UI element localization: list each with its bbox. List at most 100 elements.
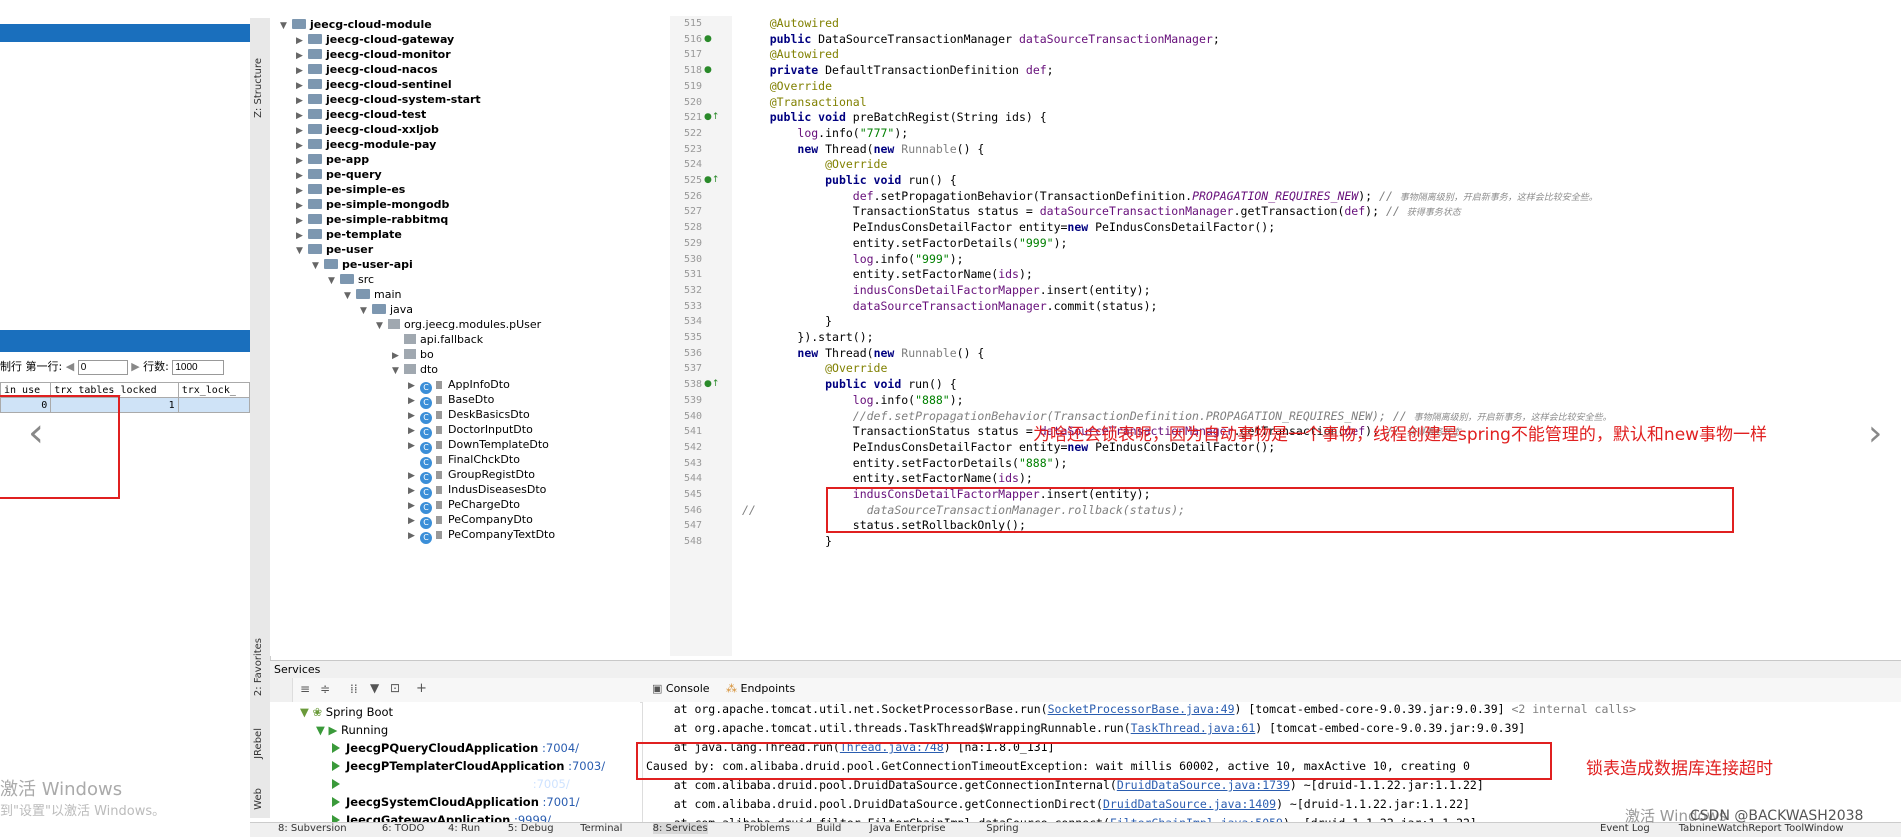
console-line: at com.alibaba.druid.pool.DruidDataSourc… (646, 795, 1470, 814)
tool-window-button[interactable]: Problems (744, 823, 790, 834)
service-node[interactable]: JeecgPUserCloudApplication :7005/ (332, 775, 570, 793)
service-node[interactable]: ▼ ▶ Running (316, 721, 388, 739)
add-service-icon[interactable]: + (416, 681, 427, 696)
line-number: 533 (683, 300, 702, 312)
code-token: dataSourceTransactionManager (1039, 204, 1234, 219)
group-icon[interactable]: ⁞⁞ (350, 682, 358, 696)
service-node[interactable]: ▼ ❀ Spring Boot (300, 703, 393, 721)
chevron-right-icon[interactable]: ▶ (408, 527, 420, 545)
layout-icon[interactable]: ⊡ (390, 681, 400, 695)
stacktrace-link[interactable]: SocketProcessorBase.java:49 (1048, 702, 1235, 716)
expand-all-icon[interactable]: ≡ (300, 682, 310, 696)
tree-node-label: jeecg-cloud-xxljob (326, 123, 439, 136)
line-number: 534 (683, 316, 702, 328)
table-header[interactable]: trx_lock_ (177, 382, 250, 398)
tree-node-label: pe-user (326, 243, 374, 256)
code-token: () { (956, 141, 985, 156)
tool-window-button[interactable]: 5: Debug (508, 823, 554, 834)
stacktrace-link[interactable]: DruidDataSource.java:1739 (1117, 778, 1290, 792)
code-token: PeIndusConsDetailFactor entity= (852, 220, 1068, 235)
tool-window-button[interactable]: Build (816, 823, 841, 834)
tool-window-button[interactable]: Terminal (580, 823, 622, 834)
windows-activation-watermark: 激活 Windows (0, 779, 123, 800)
service-port-link[interactable]: :7003/ (564, 759, 605, 773)
tool-window-button[interactable]: 4: Run (448, 823, 480, 834)
tool-window-button[interactable]: 8: Services (652, 823, 708, 834)
chevron-right-icon[interactable]: › (1868, 413, 1882, 454)
override-marker-icon[interactable]: ●↑ (704, 379, 719, 389)
folder-icon (308, 109, 322, 119)
tree-node-label: PeChargeDto (448, 498, 520, 511)
code-token: .insert(entity); (1039, 282, 1151, 297)
code-token: entity.setFactorDetails( (852, 235, 1019, 250)
prev-page-icon[interactable]: ◀ (66, 360, 74, 373)
row-count-input[interactable] (172, 360, 225, 375)
folder-icon (308, 154, 322, 164)
lock-icon (436, 501, 442, 509)
table-cell[interactable] (177, 397, 250, 413)
next-page-icon[interactable]: ▶ (131, 360, 139, 373)
chevron-down-icon[interactable]: ▼ (296, 242, 308, 260)
chevron-down-icon[interactable]: ▼ (360, 302, 372, 320)
folder-icon (324, 259, 338, 269)
code-token: log (852, 251, 874, 266)
folder-icon (308, 49, 322, 59)
stacktrace-link[interactable]: DruidDataSource.java:1409 (1103, 797, 1276, 811)
tree-node-label: bo (420, 348, 434, 361)
chevron-down-icon[interactable]: ▼ (376, 317, 388, 335)
package-icon (404, 334, 416, 344)
collapse-all-icon[interactable]: ≑ (320, 682, 330, 696)
chevron-down-icon[interactable]: ▼ (392, 362, 404, 380)
code-token: new (873, 345, 902, 360)
tool-window-button[interactable]: 6: TODO (382, 823, 424, 834)
service-node[interactable]: JeecgPTemplaterCloudApplication :7003/ (332, 757, 605, 775)
line-number: 531 (683, 269, 702, 281)
console-tab[interactable]: ▣ Console (652, 682, 710, 695)
service-port-link[interactable]: :7001/ (539, 795, 580, 809)
folder-icon (356, 289, 370, 299)
service-port-link[interactable]: :7005/ (529, 777, 570, 791)
tool-window-button[interactable]: 8: Subversion (278, 823, 347, 834)
service-node[interactable]: JeecgSystemCloudApplication :7001/ (332, 793, 580, 811)
tree-node-label: pe-user-api (342, 258, 413, 271)
code-token: @Transactional (769, 94, 867, 109)
web-tab[interactable]: Web (253, 788, 264, 810)
override-marker-icon[interactable]: ● (704, 65, 712, 75)
folder-icon (308, 79, 322, 89)
filter-icon[interactable]: ▼ (370, 681, 379, 695)
code-line[interactable]: } (742, 532, 832, 551)
line-number: 547 (683, 520, 702, 532)
line-number: 543 (683, 457, 702, 469)
service-port-link[interactable]: :7004/ (538, 741, 579, 755)
structure-tab[interactable]: Z: Structure (253, 58, 264, 118)
override-marker-icon[interactable]: ●↑ (704, 175, 719, 185)
chevron-down-icon[interactable]: ▼ (344, 287, 356, 305)
chevron-down-icon[interactable]: ▼ (312, 257, 324, 275)
stacktrace-link[interactable]: TaskThread.java:61 (1131, 721, 1256, 735)
service-node[interactable]: JeecgPQueryCloudApplication :7004/ (332, 739, 579, 757)
override-marker-icon[interactable]: ●↑ (704, 112, 719, 122)
chevron-left-icon[interactable]: ‹ (28, 410, 44, 456)
chevron-down-icon[interactable]: ▼ (280, 17, 292, 35)
code-token: ); (1018, 471, 1033, 486)
code-token: new (797, 141, 826, 156)
folder-icon (372, 304, 386, 314)
tree-node[interactable]: ▶ C PeCompanyTextDto (408, 526, 555, 544)
override-marker-icon[interactable]: ● (704, 34, 712, 44)
code-token: 事物隔离级别，开启新事务，这样会比较安全些。 (1399, 192, 1598, 203)
tool-window-button[interactable]: Spring (986, 823, 1018, 834)
tree-node-label: src (358, 273, 375, 286)
tree-node-label: DeskBasicsDto (448, 408, 530, 421)
chevron-down-icon[interactable]: ▼ (328, 272, 340, 290)
endpoints-tab[interactable]: ⁂ Endpoints (726, 682, 795, 695)
favorites-tab[interactable]: 2: Favorites (253, 638, 264, 696)
tool-window-button[interactable]: Java Enterprise (870, 823, 946, 834)
jrebel-tab[interactable]: JRebel (253, 728, 264, 759)
first-row-input[interactable] (77, 360, 128, 375)
highlight-box (636, 742, 1552, 780)
